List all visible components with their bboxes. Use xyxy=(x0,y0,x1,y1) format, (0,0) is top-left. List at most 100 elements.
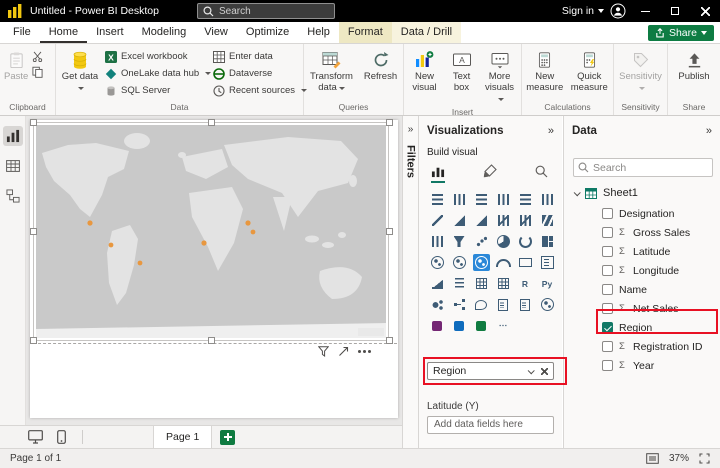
field-row-latitude[interactable]: Σ Latitude xyxy=(564,242,720,261)
mobile-layout-icon[interactable] xyxy=(57,430,66,444)
visual-type-100-stacked-bar-chart[interactable] xyxy=(514,189,536,210)
format-visual-tab[interactable] xyxy=(483,164,497,183)
latitude-well-dropzone[interactable]: Add data fields here xyxy=(427,416,554,434)
data-search-input[interactable] xyxy=(593,161,708,174)
field-checkbox[interactable] xyxy=(602,360,613,371)
dataverse-button[interactable]: Dataverse xyxy=(210,65,298,82)
visual-type-gauge[interactable] xyxy=(492,252,514,273)
visual-type-scatter-chart[interactable] xyxy=(470,231,492,252)
field-checkbox[interactable] xyxy=(602,208,613,219)
sign-in-button[interactable]: Sign in xyxy=(562,0,604,22)
visual-type-line-and-clustered-column-chart[interactable] xyxy=(514,210,536,231)
tab-file[interactable]: File xyxy=(4,22,40,43)
table-view-button[interactable] xyxy=(3,156,23,176)
sensitivity-button[interactable]: Sensitivity xyxy=(618,48,664,95)
new-visual-button[interactable]: New visual xyxy=(406,48,443,95)
tab-format[interactable]: Format xyxy=(338,22,392,43)
field-row-net-sales[interactable]: Σ Net Sales xyxy=(564,299,720,318)
visual-type-funnel-chart[interactable] xyxy=(448,231,470,252)
visual-type-more[interactable]: ⋯ xyxy=(492,315,514,336)
table-node-sheet1[interactable]: Sheet1 xyxy=(564,184,720,202)
visual-type-multi-row-card[interactable] xyxy=(536,252,558,273)
refresh-button[interactable]: Refresh xyxy=(361,48,401,84)
resize-handle-middle-right[interactable] xyxy=(386,228,393,235)
visual-type-stacked-area-chart[interactable] xyxy=(470,210,492,231)
focus-mode-icon[interactable] xyxy=(338,346,349,357)
field-row-name[interactable]: Name xyxy=(564,280,720,299)
visual-type-matrix[interactable] xyxy=(492,273,514,294)
visual-type-waterfall-chart[interactable] xyxy=(426,231,448,252)
visual-type-kpi[interactable] xyxy=(426,273,448,294)
publish-button[interactable]: Publish xyxy=(673,48,715,84)
collapse-pane-icon[interactable]: » xyxy=(706,125,712,137)
resize-handle-bottom-right[interactable] xyxy=(386,337,393,344)
chevron-down-icon[interactable] xyxy=(527,366,535,374)
visual-type-python[interactable]: Py xyxy=(536,273,558,294)
visual-type-treemap[interactable] xyxy=(536,231,558,252)
tab-optimize[interactable]: Optimize xyxy=(237,22,298,43)
tab-insert[interactable]: Insert xyxy=(87,22,133,43)
close-button[interactable] xyxy=(690,0,720,22)
get-data-button[interactable]: Get data xyxy=(58,48,102,95)
resize-handle-bottom-center[interactable] xyxy=(208,337,215,344)
fit-to-width-icon[interactable] xyxy=(699,453,710,464)
titlebar-search-box[interactable] xyxy=(197,3,335,19)
transform-data-button[interactable]: Transform data xyxy=(307,48,357,95)
field-checkbox[interactable] xyxy=(602,341,613,352)
visual-type-smart-narrative[interactable] xyxy=(492,294,514,315)
tab-modeling[interactable]: Modeling xyxy=(133,22,196,43)
visual-type-clustered-bar-chart[interactable] xyxy=(470,189,492,210)
visual-type-pie-chart[interactable] xyxy=(492,231,514,252)
report-view-button[interactable] xyxy=(2,126,23,146)
search-input[interactable] xyxy=(219,5,329,17)
field-row-designation[interactable]: Designation xyxy=(564,204,720,223)
chevron-down-icon[interactable] xyxy=(573,188,581,196)
collapse-pane-icon[interactable]: » xyxy=(548,125,554,137)
new-measure-button[interactable]: New measure xyxy=(524,48,566,95)
minimize-button[interactable] xyxy=(630,0,660,22)
field-checkbox[interactable] xyxy=(602,284,613,295)
visual-type-filled-map[interactable] xyxy=(448,252,470,273)
maximize-button[interactable] xyxy=(660,0,690,22)
onelake-data-hub-button[interactable]: OneLake data hub xyxy=(102,65,212,82)
visual-type-key-influencers[interactable] xyxy=(426,294,448,315)
tab-help[interactable]: Help xyxy=(298,22,339,43)
more-options-icon[interactable] xyxy=(358,350,361,353)
visual-type-line-and-stacked-column-chart[interactable] xyxy=(492,210,514,231)
field-checkbox[interactable] xyxy=(602,265,613,276)
data-search-box[interactable] xyxy=(573,158,713,177)
visual-type-power-apps[interactable] xyxy=(426,315,448,336)
field-row-longitude[interactable]: Σ Longitude xyxy=(564,261,720,280)
model-view-button[interactable] xyxy=(3,186,23,206)
recent-sources-button[interactable]: Recent sources xyxy=(210,82,308,99)
sql-server-button[interactable]: SQL Server xyxy=(102,82,210,99)
filters-pane-collapsed[interactable]: » Filters xyxy=(402,116,419,448)
more-visuals-button[interactable]: More visuals xyxy=(480,48,519,106)
expand-pane-icon[interactable]: » xyxy=(403,124,418,135)
visual-type-r-script[interactable]: R xyxy=(514,273,536,294)
resize-handle-top-left[interactable] xyxy=(30,119,37,126)
visual-type-decomposition-tree[interactable] xyxy=(448,294,470,315)
field-checkbox[interactable] xyxy=(602,246,613,257)
account-avatar-icon[interactable] xyxy=(610,3,626,19)
visual-type-ribbon-chart[interactable] xyxy=(536,210,558,231)
tab-view[interactable]: View xyxy=(195,22,237,43)
visual-type-metrics[interactable] xyxy=(470,315,492,336)
zoom-level[interactable]: 37% xyxy=(669,453,689,464)
visual-type-card[interactable] xyxy=(514,252,536,273)
tab-home[interactable]: Home xyxy=(39,22,88,43)
field-row-gross-sales[interactable]: Σ Gross Sales xyxy=(564,223,720,242)
build-visual-tab[interactable] xyxy=(431,164,445,183)
visual-type-line-chart[interactable] xyxy=(426,210,448,231)
filter-funnel-icon[interactable] xyxy=(318,346,329,357)
visual-type-clustered-column-chart[interactable] xyxy=(492,189,514,210)
visual-type-table[interactable] xyxy=(470,273,492,294)
visual-type-area-chart[interactable] xyxy=(448,210,470,231)
page-tab-page1[interactable]: Page 1 xyxy=(153,426,213,448)
resize-handle-middle-left[interactable] xyxy=(30,228,37,235)
visual-type-map[interactable] xyxy=(426,252,448,273)
text-box-button[interactable]: A Text box xyxy=(445,48,478,95)
copy-button[interactable] xyxy=(32,66,43,78)
visual-type-stacked-bar-chart[interactable] xyxy=(426,189,448,210)
cut-button[interactable] xyxy=(32,51,43,62)
